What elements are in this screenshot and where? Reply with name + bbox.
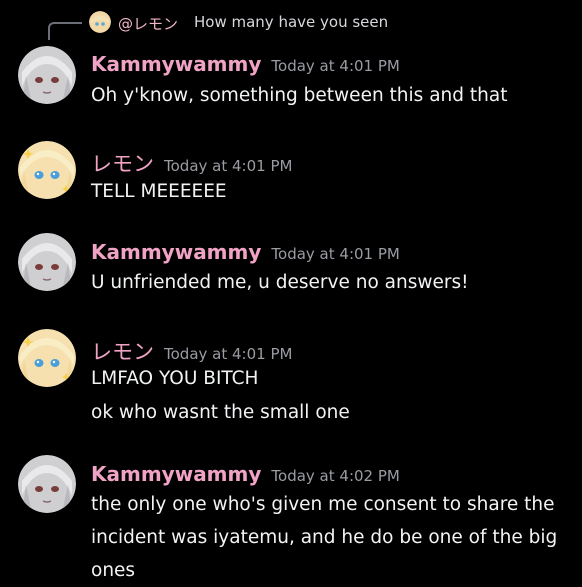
reply-connector <box>48 22 82 40</box>
avatar[interactable] <box>18 455 76 513</box>
timestamp[interactable]: Today at 4:02 PM <box>271 467 399 485</box>
reply-text[interactable]: How many have you seen <box>194 13 388 31</box>
message-header: Kammywammy Today at 4:01 PM <box>91 52 400 78</box>
timestamp[interactable]: Today at 4:01 PM <box>271 57 399 75</box>
timestamp[interactable]: Today at 4:01 PM <box>271 245 399 263</box>
author-name[interactable]: Kammywammy <box>91 52 261 76</box>
message-header: レモン Today at 4:01 PM <box>91 148 292 176</box>
author-name[interactable]: レモン <box>91 152 154 176</box>
timestamp[interactable]: Today at 4:01 PM <box>164 345 292 363</box>
message-text: LMFAO YOU BITCH <box>91 368 259 389</box>
message-header: レモン Today at 4:01 PM <box>91 336 292 364</box>
reply-avatar[interactable] <box>89 11 111 33</box>
avatar[interactable] <box>18 233 76 291</box>
message-header: Kammywammy Today at 4:01 PM <box>91 240 400 266</box>
avatar[interactable] <box>18 141 76 199</box>
avatar[interactable] <box>18 329 76 387</box>
message-text: Oh y'know, something between this and th… <box>91 85 508 106</box>
reply-preview[interactable]: @レモン How many have you seen <box>0 8 582 40</box>
message-text: the only one who's given me consent to s… <box>91 494 558 581</box>
author-name[interactable]: レモン <box>91 340 154 364</box>
author-name[interactable]: Kammywammy <box>91 240 261 264</box>
message-text: U unfriended me, u deserve no answers! <box>91 272 469 293</box>
message-text: ok who wasnt the small one <box>91 402 350 423</box>
reply-author[interactable]: @レモン <box>118 13 178 34</box>
timestamp[interactable]: Today at 4:01 PM <box>164 157 292 175</box>
author-name[interactable]: Kammywammy <box>91 462 261 486</box>
avatar[interactable] <box>18 46 76 104</box>
chat-log: @レモン How many have you seen Kammywammy To… <box>0 0 582 586</box>
message-text: TELL MEEEEEE <box>91 181 227 202</box>
message-header: Kammywammy Today at 4:02 PM <box>91 462 400 488</box>
